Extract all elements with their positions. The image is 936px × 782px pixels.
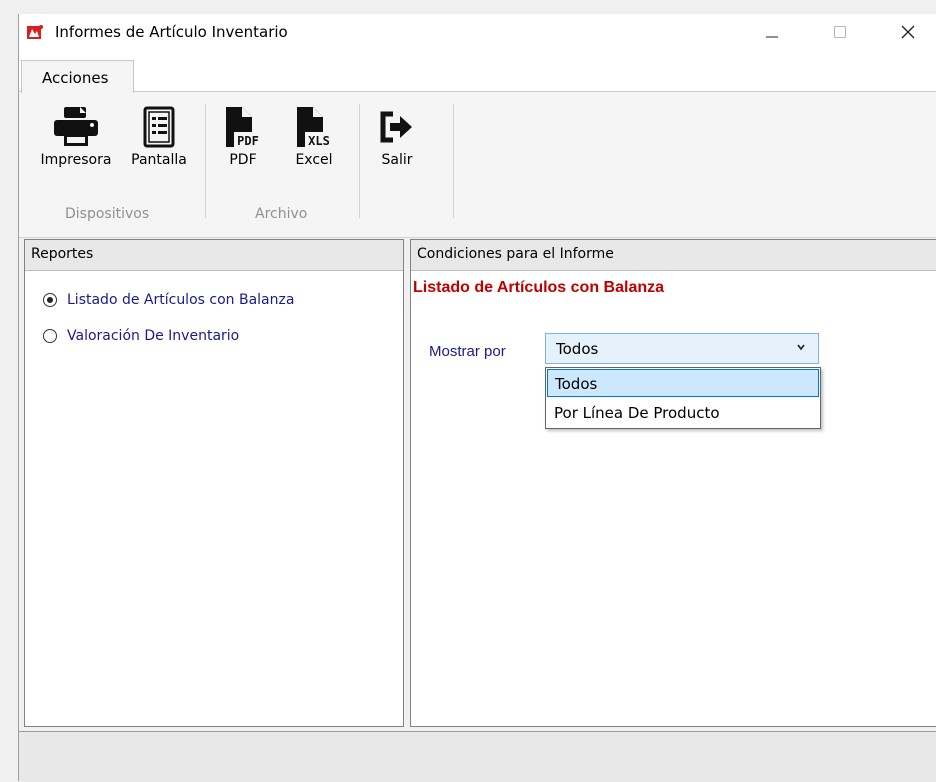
exit-icon [380, 111, 412, 143]
ribbon-tab-bar [19, 50, 936, 92]
pantalla-label: Pantalla [131, 152, 187, 168]
dropdown-option-label: Por Línea De Producto [554, 404, 720, 422]
reportes-header: Reportes [25, 240, 403, 271]
xls-file-icon: XLS [297, 107, 333, 148]
maximize-button[interactable] [817, 14, 863, 50]
pdf-file-icon: PDF [226, 107, 262, 148]
status-bar [19, 731, 936, 782]
report-option-label: Listado de Artículos con Balanza [67, 292, 295, 308]
radio-unselected-icon[interactable] [43, 329, 57, 343]
minimize-button[interactable] [749, 14, 795, 50]
group-separator [205, 104, 206, 218]
pantalla-button[interactable]: Pantalla [123, 106, 195, 168]
pdf-label: PDF [229, 152, 257, 168]
tab-acciones[interactable]: Acciones [21, 60, 134, 93]
ribbon-panel: Impresora Pantalla PDF PDF XLS Excel Sal… [19, 91, 936, 238]
radio-selected-icon[interactable] [43, 293, 57, 307]
close-button[interactable] [885, 14, 931, 50]
mostrar-por-dropdown: Todos Por Línea De Producto [545, 367, 821, 429]
impresora-button[interactable]: Impresora [33, 106, 119, 168]
dropdown-option-label: Todos [555, 375, 598, 393]
combo-value: Todos [556, 340, 599, 358]
chevron-down-icon [797, 344, 805, 351]
impresora-label: Impresora [40, 152, 112, 168]
report-option-valoracion[interactable]: Valoración De Inventario [43, 328, 239, 344]
close-icon [901, 25, 915, 39]
maximize-icon [834, 26, 846, 38]
excel-button[interactable]: XLS Excel [286, 106, 342, 168]
group-label-dispositivos: Dispositivos [65, 206, 150, 222]
salir-button[interactable]: Salir [371, 106, 423, 168]
excel-label: Excel [295, 152, 333, 168]
condiciones-header-label: Condiciones para el Informe [417, 246, 614, 262]
mostrar-por-combo[interactable]: Todos [545, 333, 819, 364]
report-option-label: Valoración De Inventario [67, 328, 240, 344]
title-bar[interactable]: Informes de Artículo Inventario [19, 14, 936, 50]
condiciones-header: Condiciones para el Informe [411, 240, 936, 271]
group-label-archivo: Archivo [255, 206, 308, 222]
dropdown-option-linea[interactable]: Por Línea De Producto [547, 399, 819, 427]
xls-badge: XLS [308, 134, 330, 148]
pdf-badge: PDF [237, 134, 259, 148]
window-title: Informes de Artículo Inventario [55, 23, 288, 41]
report-window: Informes de Artículo Inventario Acciones… [18, 14, 936, 782]
group-separator [359, 104, 360, 218]
app-icon [27, 25, 43, 39]
condiciones-panel: Condiciones para el Informe Listado de A… [410, 239, 936, 727]
dropdown-option-todos[interactable]: Todos [547, 369, 819, 397]
report-title: Listado de Artículos con Balanza [413, 279, 665, 296]
screen-report-icon [143, 106, 175, 148]
minimize-icon [766, 36, 778, 38]
salir-label: Salir [381, 152, 413, 168]
printer-icon [54, 107, 98, 146]
pdf-button[interactable]: PDF PDF [217, 106, 269, 168]
mostrar-por-label: Mostrar por [429, 343, 506, 360]
reportes-header-label: Reportes [31, 246, 94, 262]
tab-acciones-label: Acciones [42, 69, 109, 87]
report-option-listado[interactable]: Listado de Artículos con Balanza [43, 292, 294, 308]
group-separator [453, 104, 454, 218]
reportes-panel: Reportes Listado de Artículos con Balanz… [24, 239, 404, 727]
